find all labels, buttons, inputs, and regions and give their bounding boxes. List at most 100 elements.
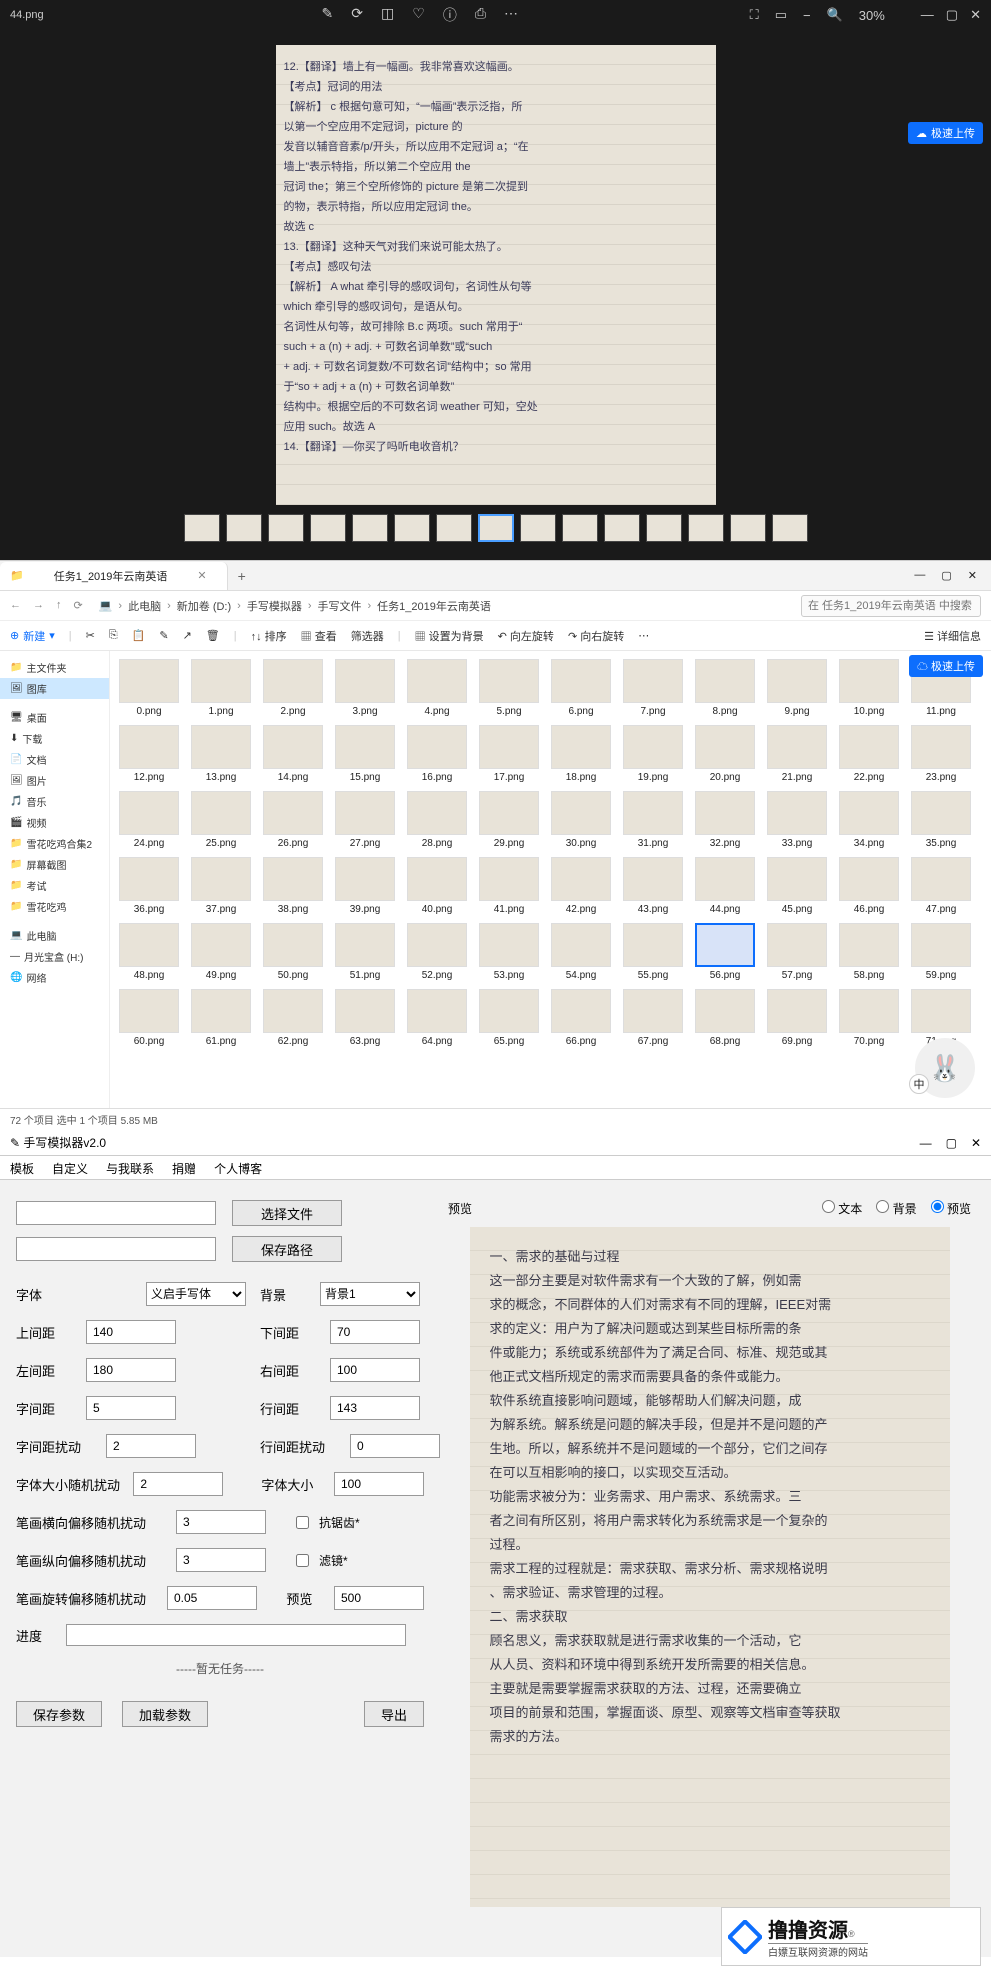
file-item[interactable]: 60.png bbox=[118, 989, 180, 1047]
cut-icon[interactable]: ✂ bbox=[86, 629, 95, 642]
crumb-item[interactable]: 任务1_2019年云南英语 bbox=[377, 598, 491, 614]
file-item[interactable]: 65.png bbox=[478, 989, 540, 1047]
up-icon[interactable]: ↑ bbox=[56, 599, 62, 612]
rotate-right-button[interactable]: ↷ 向右旋转 bbox=[568, 628, 624, 644]
font-select[interactable]: 义启手写体 bbox=[146, 1282, 246, 1306]
sidebar-item[interactable]: 🌐网络 bbox=[0, 967, 109, 988]
maximize-icon[interactable]: ▢ bbox=[941, 569, 951, 582]
bg-select[interactable]: 背景1 bbox=[320, 1282, 420, 1306]
file-item[interactable]: 14.png bbox=[262, 725, 324, 783]
file-item[interactable]: 67.png bbox=[622, 989, 684, 1047]
file-item[interactable]: 69.png bbox=[766, 989, 828, 1047]
file-item[interactable]: 63.png bbox=[334, 989, 396, 1047]
export-button[interactable]: 导出 bbox=[364, 1701, 424, 1727]
thumb[interactable] bbox=[436, 514, 472, 542]
maximize-icon[interactable]: ▢ bbox=[946, 7, 958, 23]
file-item[interactable]: 50.png bbox=[262, 923, 324, 981]
size-jitter-input[interactable] bbox=[133, 1472, 223, 1496]
file-item[interactable]: 23.png bbox=[910, 725, 972, 783]
thumb[interactable] bbox=[268, 514, 304, 542]
bottom-margin-input[interactable] bbox=[330, 1320, 420, 1344]
sidebar-item[interactable]: 📁雪花吃鸡合集2 bbox=[0, 833, 109, 854]
filter-button[interactable]: 筛选器 bbox=[351, 628, 384, 644]
new-tab-button[interactable]: + bbox=[228, 568, 256, 584]
maximize-icon[interactable]: ▢ bbox=[946, 1136, 957, 1150]
more-icon[interactable]: ⋯ bbox=[504, 5, 518, 25]
menu-item[interactable]: 个人博客 bbox=[214, 1160, 262, 1175]
file-item[interactable]: 27.png bbox=[334, 791, 396, 849]
file-item[interactable]: 39.png bbox=[334, 857, 396, 915]
tab-close-icon[interactable]: ✕ bbox=[197, 569, 206, 582]
file-item[interactable]: 30.png bbox=[550, 791, 612, 849]
forward-icon[interactable]: → bbox=[33, 599, 44, 612]
file-item[interactable]: 57.png bbox=[766, 923, 828, 981]
thumb[interactable] bbox=[730, 514, 766, 542]
file-item[interactable]: 49.png bbox=[190, 923, 252, 981]
file-item[interactable]: 45.png bbox=[766, 857, 828, 915]
sidebar-item[interactable]: 📁屏幕截图 bbox=[0, 854, 109, 875]
info-icon[interactable]: ⓘ bbox=[443, 5, 457, 25]
file-item[interactable]: 2.png bbox=[262, 659, 324, 717]
thumb[interactable] bbox=[772, 514, 808, 542]
rotate-icon[interactable]: ⟳ bbox=[351, 5, 363, 25]
file-item[interactable]: 21.png bbox=[766, 725, 828, 783]
file-item[interactable]: 8.png bbox=[694, 659, 756, 717]
char-jitter-input[interactable] bbox=[106, 1434, 196, 1458]
file-item[interactable]: 44.png bbox=[694, 857, 756, 915]
save-path-field[interactable] bbox=[16, 1237, 216, 1261]
crumb-item[interactable]: 手写模拟器 bbox=[247, 598, 302, 614]
file-item[interactable]: 6.png bbox=[550, 659, 612, 717]
file-item[interactable]: 25.png bbox=[190, 791, 252, 849]
crop-icon[interactable]: ◫ bbox=[381, 5, 394, 25]
file-item[interactable]: 10.png bbox=[838, 659, 900, 717]
file-item[interactable]: 61.png bbox=[190, 989, 252, 1047]
file-item[interactable]: 5.png bbox=[478, 659, 540, 717]
sidebar-item[interactable]: 🎵音乐 bbox=[0, 791, 109, 812]
thumb[interactable] bbox=[310, 514, 346, 542]
rename-icon[interactable]: ✎ bbox=[159, 629, 168, 642]
file-item[interactable]: 43.png bbox=[622, 857, 684, 915]
paste-icon[interactable]: 📋 bbox=[132, 629, 146, 642]
sidebar-item[interactable]: ⬇下载 bbox=[0, 728, 109, 749]
file-item[interactable]: 47.png bbox=[910, 857, 972, 915]
share-icon[interactable]: ↗ bbox=[183, 629, 192, 642]
file-item[interactable]: 24.png bbox=[118, 791, 180, 849]
sort-button[interactable]: ↑↓ 排序 bbox=[251, 628, 287, 644]
file-item[interactable]: 17.png bbox=[478, 725, 540, 783]
select-file-button[interactable]: 选择文件 bbox=[232, 1200, 342, 1226]
more-icon[interactable]: ⋯ bbox=[638, 629, 649, 642]
thumb[interactable] bbox=[688, 514, 724, 542]
file-item[interactable]: 70.png bbox=[838, 989, 900, 1047]
close-icon[interactable]: ✕ bbox=[971, 1136, 981, 1150]
opt-text[interactable]: 文本 bbox=[822, 1200, 862, 1217]
menu-item[interactable]: 自定义 bbox=[52, 1160, 88, 1175]
file-item[interactable]: 4.png bbox=[406, 659, 468, 717]
fit-icon[interactable]: ▭ bbox=[775, 7, 787, 23]
file-item[interactable]: 15.png bbox=[334, 725, 396, 783]
thumb[interactable] bbox=[604, 514, 640, 542]
sidebar-item[interactable]: 🎬视频 bbox=[0, 812, 109, 833]
file-item[interactable]: 53.png bbox=[478, 923, 540, 981]
file-item[interactable]: 55.png bbox=[622, 923, 684, 981]
file-item[interactable]: 48.png bbox=[118, 923, 180, 981]
photo-thumbnail-strip[interactable] bbox=[0, 510, 991, 550]
file-item[interactable]: 19.png bbox=[622, 725, 684, 783]
upload-badge[interactable]: ☁ 极速上传 bbox=[909, 655, 983, 677]
edit-icon[interactable]: ✎ bbox=[322, 5, 334, 25]
file-item[interactable]: 36.png bbox=[118, 857, 180, 915]
font-size-input[interactable] bbox=[334, 1472, 424, 1496]
file-item[interactable]: 66.png bbox=[550, 989, 612, 1047]
save-params-button[interactable]: 保存参数 bbox=[16, 1701, 102, 1727]
breadcrumb[interactable]: 💻 ›此电脑›新加卷 (D:)›手写模拟器›手写文件›任务1_2019年云南英语 bbox=[91, 598, 793, 614]
file-item[interactable]: 42.png bbox=[550, 857, 612, 915]
file-item[interactable]: 33.png bbox=[766, 791, 828, 849]
crumb-item[interactable]: 此电脑 bbox=[128, 598, 161, 614]
file-item[interactable]: 26.png bbox=[262, 791, 324, 849]
hoffset-input[interactable] bbox=[176, 1510, 266, 1534]
menu-item[interactable]: 与我联系 bbox=[106, 1160, 154, 1175]
file-item[interactable]: 37.png bbox=[190, 857, 252, 915]
thumb[interactable] bbox=[478, 514, 514, 542]
file-item[interactable]: 12.png bbox=[118, 725, 180, 783]
file-item[interactable]: 64.png bbox=[406, 989, 468, 1047]
sidebar-item[interactable]: 📁考试 bbox=[0, 875, 109, 896]
